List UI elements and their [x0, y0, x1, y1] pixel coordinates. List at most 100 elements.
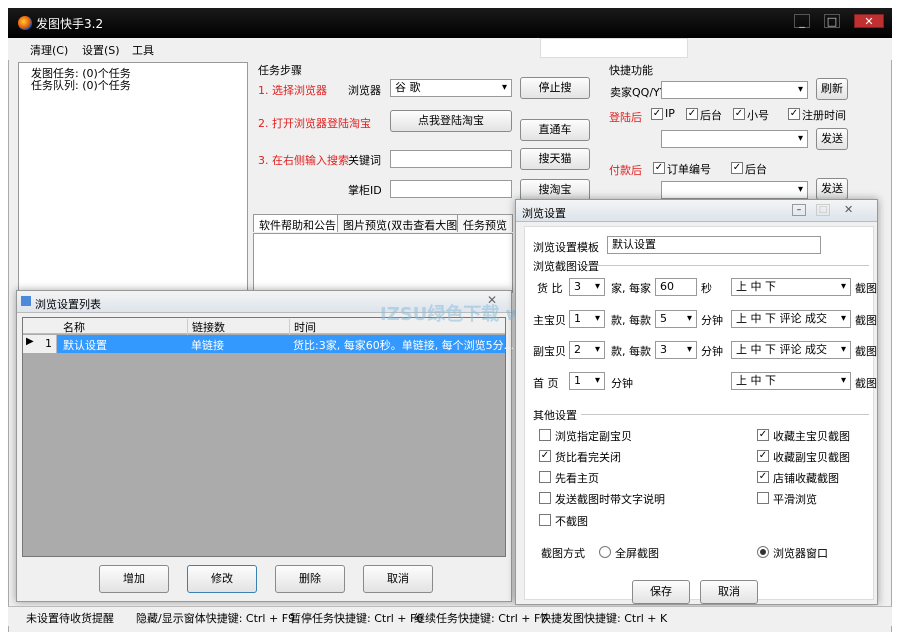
- homepage-label: 首 页: [533, 377, 559, 390]
- send-button-2[interactable]: 发送: [816, 178, 848, 200]
- order-checkbox[interactable]: [653, 162, 665, 174]
- mode-window-radio[interactable]: [757, 546, 769, 558]
- login-send-select[interactable]: [661, 130, 808, 148]
- opt-close-after-checkbox[interactable]: [539, 450, 551, 462]
- browser-select[interactable]: 谷 歌: [390, 79, 512, 97]
- shop-id-label: 掌柜ID: [348, 184, 382, 197]
- column-name[interactable]: 名称: [63, 319, 85, 335]
- opt-smooth-checkbox[interactable]: [757, 492, 769, 504]
- sub-minutes-select[interactable]: 3: [655, 341, 697, 359]
- mode-fullscreen-label: 全屏截图: [615, 547, 659, 560]
- browse-settings-dialog: 浏览设置 – □ ✕ 浏览设置模板 默认设置 浏览截图设置 货 比 3 家, 每…: [515, 199, 878, 605]
- tab-task-preview[interactable]: 任务预览: [457, 214, 513, 232]
- tree-item-queue[interactable]: 任务队列: (0)个任务: [31, 77, 131, 93]
- task-tree[interactable]: 发图任务: (0)个任务 任务队列: (0)个任务: [18, 62, 248, 292]
- refresh-button[interactable]: 刷新: [816, 78, 848, 100]
- seconds-stepper[interactable]: 60: [655, 278, 697, 296]
- main-unit: 款, 每款: [611, 314, 651, 327]
- after-pay-label: 付款后: [609, 164, 642, 177]
- status-hotkey-resume: 继续任务快捷键: Ctrl + F7: [414, 612, 548, 625]
- small-account-checkbox[interactable]: [733, 108, 745, 120]
- opt-fav-sub-label: 收藏副宝贝截图: [773, 451, 850, 464]
- search-tmall-button[interactable]: 搜天猫: [520, 148, 590, 170]
- column-links[interactable]: 链接数: [187, 319, 225, 335]
- template-input[interactable]: 默认设置: [607, 236, 821, 254]
- main-minutes-unit: 分钟: [701, 314, 723, 327]
- homepage-count-select[interactable]: 1: [569, 372, 605, 390]
- settings-table[interactable]: 名称 链接数 时间 ▶ 1 默认设置 单链接 货比:3家, 每家60秒。单链接,…: [22, 317, 514, 557]
- browse-settings-body: 浏览设置模板 默认设置 浏览截图设置 货 比 3 家, 每家 60 秒 上 中 …: [524, 226, 877, 600]
- sub-minutes-unit: 分钟: [701, 345, 723, 358]
- opt-no-capture-checkbox[interactable]: [539, 514, 551, 526]
- homepage-minutes-unit: 分钟: [611, 377, 633, 390]
- menu-bar: 清理(C) 设置(S) 工具: [8, 38, 892, 60]
- shop-id-input[interactable]: [390, 180, 512, 198]
- opt-shop-fav-checkbox[interactable]: [757, 471, 769, 483]
- status-hotkey-send: 快捷发图快捷键: Ctrl + K: [540, 612, 668, 625]
- backend-checkbox[interactable]: [686, 108, 698, 120]
- opt-home-first-checkbox[interactable]: [539, 471, 551, 483]
- stop-search-button[interactable]: 停止搜: [520, 77, 590, 99]
- send-button-1[interactable]: 发送: [816, 128, 848, 150]
- main-count-select[interactable]: 1: [569, 310, 605, 328]
- menu-tools[interactable]: 工具: [132, 42, 154, 58]
- seller-qq-select[interactable]: [661, 81, 808, 99]
- sub-capture-label: 截图: [855, 345, 877, 358]
- capture-group-title: 浏览截图设置: [533, 260, 599, 273]
- login-taobao-button[interactable]: 点我登陆淘宝: [390, 110, 512, 132]
- menu-settings[interactable]: 设置(S): [82, 42, 120, 58]
- list-cancel-button[interactable]: 取消: [363, 565, 433, 593]
- dialog-maximize-button[interactable]: □: [816, 204, 830, 216]
- row-links: 单链接: [191, 339, 224, 352]
- direct-car-button[interactable]: 直通车: [520, 119, 590, 141]
- tab-help[interactable]: 软件帮助和公告: [253, 214, 342, 232]
- delete-button[interactable]: 删除: [275, 565, 345, 593]
- settings-list-title: 浏览设置列表: [35, 298, 101, 311]
- main-minutes-select[interactable]: 5: [655, 310, 697, 328]
- pay-send-select[interactable]: [661, 181, 808, 199]
- app-icon: [18, 16, 32, 30]
- close-button[interactable]: ✕: [854, 14, 884, 28]
- tab-image-preview[interactable]: 图片预览(双击查看大图): [337, 214, 468, 232]
- column-time[interactable]: 时间: [289, 319, 316, 335]
- compare-count-select[interactable]: 3: [569, 278, 605, 296]
- status-hotkey-pause: 暂停任务快捷键: Ctrl + F6: [290, 612, 424, 625]
- opt-fav-sub-checkbox[interactable]: [757, 450, 769, 462]
- regtime-checkbox[interactable]: [788, 108, 800, 120]
- ip-label: IP: [665, 107, 675, 120]
- menu-clean[interactable]: 清理(C): [30, 42, 68, 58]
- table-row[interactable]: ▶ 1 默认设置 单链接 货比:3家, 每家60秒。单链接, 每个浏览5分...: [23, 335, 514, 353]
- sub-count-select[interactable]: 2: [569, 341, 605, 359]
- list-dialog-icon: [21, 296, 31, 306]
- window-title-bar[interactable]: 发图快手3.2 _ □ ✕: [8, 8, 892, 38]
- backend2-checkbox[interactable]: [731, 162, 743, 174]
- edit-button[interactable]: 修改: [187, 565, 257, 593]
- browse-settings-title: 浏览设置: [522, 207, 566, 220]
- homepage-order-select[interactable]: 上 中 下: [731, 372, 851, 390]
- opt-browse-sub-checkbox[interactable]: [539, 429, 551, 441]
- backend2-label: 后台: [745, 163, 767, 176]
- search-taobao-button[interactable]: 搜淘宝: [520, 179, 590, 201]
- browse-settings-title-bar[interactable]: 浏览设置 – □ ✕: [516, 200, 877, 222]
- mode-fullscreen-radio[interactable]: [599, 546, 611, 558]
- opt-fav-main-checkbox[interactable]: [757, 429, 769, 441]
- opt-text-caption-checkbox[interactable]: [539, 492, 551, 504]
- ip-checkbox[interactable]: [651, 108, 663, 120]
- settings-cancel-button[interactable]: 取消: [700, 580, 758, 604]
- capture-divider: [585, 265, 869, 266]
- opt-fav-main-label: 收藏主宝贝截图: [773, 430, 850, 443]
- status-hotkey-hide: 隐藏/显示窗体快捷键: Ctrl + F9: [136, 612, 296, 625]
- sub-order-select[interactable]: 上 中 下 评论 成交: [731, 341, 851, 359]
- compare-order-select[interactable]: 上 中 下: [731, 278, 851, 296]
- dialog-minimize-button[interactable]: –: [792, 204, 806, 216]
- other-group-title: 其他设置: [533, 409, 577, 422]
- keyword-input[interactable]: [390, 150, 512, 168]
- maximize-button[interactable]: □: [824, 14, 840, 28]
- opt-smooth-label: 平滑浏览: [773, 493, 817, 506]
- save-button[interactable]: 保存: [632, 580, 690, 604]
- minimize-button[interactable]: _: [794, 14, 810, 28]
- main-order-select[interactable]: 上 中 下 评论 成交: [731, 310, 851, 328]
- close-icon[interactable]: ✕: [844, 203, 853, 216]
- opt-shop-fav-label: 店铺收藏截图: [773, 472, 839, 485]
- add-button[interactable]: 增加: [99, 565, 169, 593]
